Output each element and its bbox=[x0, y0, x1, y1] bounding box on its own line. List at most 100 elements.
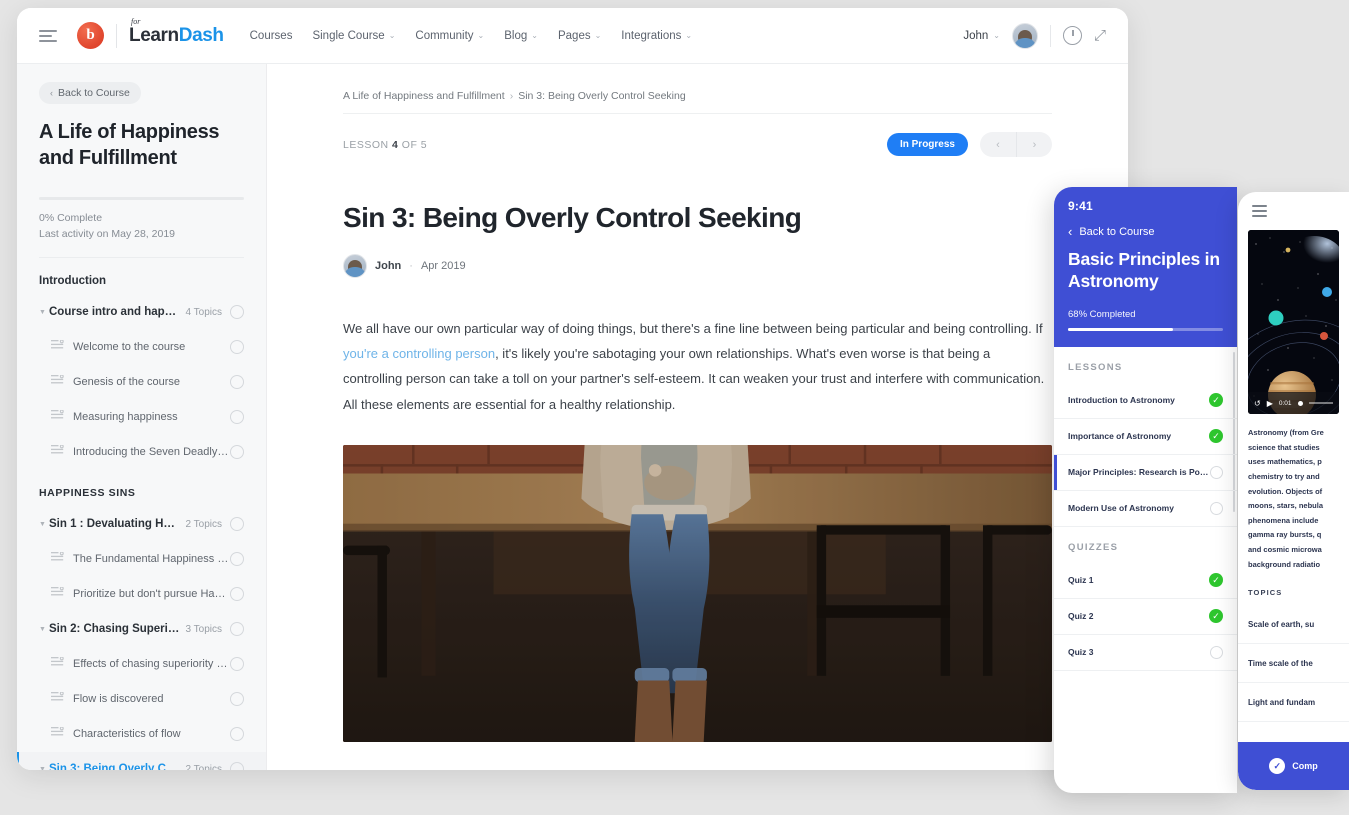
mobile-quiz-1[interactable]: Quiz 1 ✓ bbox=[1054, 563, 1237, 599]
last-activity-label: Last activity on May 28, 2019 bbox=[39, 228, 175, 241]
mobile-lesson-importance-astronomy[interactable]: Importance of Astronomy ✓ bbox=[1054, 419, 1237, 455]
mobile-quiz-label: Quiz 2 bbox=[1068, 611, 1094, 622]
video-progress-track[interactable] bbox=[1308, 402, 1333, 404]
brand-for-label: for bbox=[131, 16, 141, 26]
sidebar-lesson-sin-3[interactable]: ▼ Sin 3: Being Overly Control Seek… 2 To… bbox=[17, 751, 266, 770]
replay-icon[interactable]: ↺ bbox=[1254, 399, 1261, 408]
lesson-list-icon bbox=[51, 690, 66, 708]
sidebar-item-label: Sin 2: Chasing Superiority bbox=[49, 623, 180, 636]
mobile-lesson-intro-astronomy[interactable]: Introduction to Astronomy ✓ bbox=[1054, 383, 1237, 419]
mobile-quiz-2[interactable]: Quiz 2 ✓ bbox=[1054, 599, 1237, 635]
brand-text: for LearnDash bbox=[129, 17, 224, 47]
article-paragraph-2: When I worked with couples as a Domestic… bbox=[343, 768, 1052, 770]
mobile-lesson-modern-use[interactable]: Modern Use of Astronomy bbox=[1054, 491, 1237, 527]
sidebar-topic-characteristics-flow[interactable]: Characteristics of flow bbox=[17, 717, 266, 752]
mobile-back-to-course-button[interactable]: ‹ Back to Course bbox=[1068, 224, 1223, 239]
progress-ring-icon bbox=[230, 657, 244, 672]
user-name-label: John bbox=[963, 29, 989, 42]
sidebar-item-label: Sin 1 : Devaluating Happiness bbox=[49, 518, 179, 531]
mobile-lesson-label: Importance of Astronomy bbox=[1068, 431, 1172, 442]
sidebar-lesson-sin-2[interactable]: ▼ Sin 2: Chasing Superiority 3 Topics bbox=[17, 612, 266, 647]
avatar[interactable] bbox=[1011, 22, 1038, 49]
sidebar-topic-flow-discovered[interactable]: Flow is discovered bbox=[17, 682, 266, 717]
hamburger-icon[interactable] bbox=[1252, 202, 1267, 219]
author-avatar bbox=[343, 253, 367, 278]
lesson-status-bar: LESSON 4 OF 5 In Progress ‹ › bbox=[343, 132, 1052, 157]
mobile-lesson-body: Astronomy (from Gre science that studies… bbox=[1238, 414, 1349, 572]
sidebar-topic-happiness-paradox[interactable]: The Fundamental Happiness Paradox bbox=[17, 542, 266, 577]
mobile-quiz-3[interactable]: Quiz 3 bbox=[1054, 635, 1237, 671]
mobile-quiz-label: Quiz 1 bbox=[1068, 575, 1094, 586]
expand-icon[interactable]: ⤢ bbox=[1094, 28, 1106, 43]
nav-item-blog[interactable]: Blog ⌄ bbox=[504, 30, 538, 42]
mobile-lesson-major-principles[interactable]: Major Principles: Research is Power bbox=[1054, 454, 1237, 491]
nav-item-integrations[interactable]: Integrations ⌄ bbox=[621, 30, 692, 42]
sidebar-item-label: Course intro and happiness mea… bbox=[49, 306, 179, 319]
brand-dash-label: Dash bbox=[178, 24, 224, 46]
mobile-lesson-list: LESSONS Introduction to Astronomy ✓ Impo… bbox=[1054, 346, 1237, 671]
nav-item-community[interactable]: Community ⌄ bbox=[415, 30, 484, 42]
mobile-topic-scale-of-earth[interactable]: Scale of earth, su bbox=[1238, 605, 1349, 645]
chevron-down-icon: ⌄ bbox=[594, 31, 602, 40]
prev-lesson-button[interactable]: ‹ bbox=[980, 132, 1016, 157]
sidebar-lesson-course-intro[interactable]: ▼ Course intro and happiness mea… 4 Topi… bbox=[17, 295, 266, 330]
progress-ring-icon bbox=[1210, 645, 1223, 659]
lesson-pager: ‹ › bbox=[980, 132, 1052, 157]
mobile-lesson-label: Introduction to Astronomy bbox=[1068, 395, 1175, 406]
course-progress-bar bbox=[39, 197, 244, 201]
mobile-topic-time-scale[interactable]: Time scale of the bbox=[1238, 644, 1349, 684]
lesson-video-player[interactable]: ↺ ▶ 0:01 bbox=[1248, 230, 1339, 414]
sidebar-lesson-sin-1[interactable]: ▼ Sin 1 : Devaluating Happiness 2 Topics bbox=[17, 507, 266, 542]
sidebar-item-label: Genesis of the course bbox=[73, 376, 181, 389]
desktop-body: ‹ Back to Course A Life of Happiness and… bbox=[17, 64, 1128, 770]
sidebar-item-label: Characteristics of flow bbox=[73, 728, 181, 741]
nav-item-courses[interactable]: Courses bbox=[250, 30, 293, 42]
nav-item-single-course[interactable]: Single Course ⌄ bbox=[312, 30, 395, 42]
chevron-down-icon: ⌄ bbox=[531, 31, 538, 40]
lesson-list-icon bbox=[51, 408, 66, 426]
video-controls[interactable]: ↺ ▶ 0:01 bbox=[1248, 392, 1339, 414]
mobile-topics-heading: TOPICS bbox=[1248, 588, 1283, 598]
mobile-lesson-content: ↺ ▶ 0:01 Astronomy (from Gre science tha… bbox=[1238, 192, 1349, 790]
mobile-lessons-heading: LESSONS bbox=[1068, 361, 1123, 373]
sidebar-topic-genesis[interactable]: Genesis of the course bbox=[17, 365, 266, 400]
progress-ring-icon bbox=[230, 587, 244, 602]
section-heading-introduction: Introduction bbox=[39, 274, 107, 287]
sidebar-topic-prioritize[interactable]: Prioritize but don't pursue Happiness bbox=[17, 577, 266, 612]
sidebar-item-label: Welcome to the course bbox=[73, 341, 186, 354]
play-icon[interactable]: ▶ bbox=[1267, 399, 1273, 408]
sidebar-topic-welcome[interactable]: Welcome to the course bbox=[17, 330, 266, 365]
course-sidebar: ‹ Back to Course A Life of Happiness and… bbox=[17, 64, 267, 770]
lesson-counter: LESSON 4 OF 5 bbox=[343, 139, 427, 151]
breadcrumb-course-link[interactable]: A Life of Happiness and Fulfillment bbox=[343, 90, 505, 102]
user-menu[interactable]: John ⌄ bbox=[963, 30, 1000, 42]
mark-complete-button[interactable]: ✓ Comp bbox=[1238, 742, 1349, 790]
body-line: gamma ray bursts, q bbox=[1248, 530, 1322, 540]
sidebar-item-label: Flow is discovered bbox=[73, 693, 164, 706]
status-bar-time: 9:41 bbox=[1068, 199, 1093, 213]
hamburger-icon[interactable] bbox=[39, 27, 57, 45]
nav-label: Single Course bbox=[312, 29, 385, 42]
moon-clock-icon[interactable] bbox=[1062, 26, 1082, 45]
nav-label: Community bbox=[415, 29, 474, 42]
sidebar-item-label: Sin 3: Being Overly Control Seek… bbox=[49, 763, 180, 770]
sidebar-topic-measuring-happiness[interactable]: Measuring happiness bbox=[17, 400, 266, 435]
topic-count: 2 Topics bbox=[185, 518, 222, 530]
lesson-list-icon bbox=[51, 725, 66, 743]
sidebar-topic-effects-superiority[interactable]: Effects of chasing superiority on happ… bbox=[17, 647, 266, 682]
triangle-down-icon: ▼ bbox=[39, 308, 46, 316]
lesson-list-icon bbox=[51, 338, 66, 356]
sidebar-item-label: Effects of chasing superiority on happ… bbox=[73, 658, 230, 671]
site-header: b for LearnDash Courses Single Course ⌄ C… bbox=[17, 8, 1128, 64]
progress-ring-icon bbox=[230, 517, 244, 532]
sidebar-topic-seven-deadly[interactable]: Introducing the Seven Deadly Happine… bbox=[17, 435, 266, 470]
next-lesson-button[interactable]: › bbox=[1016, 132, 1052, 157]
brand-logo[interactable]: b for LearnDash bbox=[77, 17, 224, 49]
video-scrubber-handle[interactable] bbox=[1297, 400, 1303, 406]
progress-ring-icon bbox=[230, 375, 244, 390]
controlling-person-link[interactable]: you're a controlling person bbox=[343, 346, 495, 361]
mobile-topic-light-fundamentals[interactable]: Light and fundam bbox=[1238, 683, 1349, 723]
nav-item-pages[interactable]: Pages ⌄ bbox=[558, 30, 601, 42]
topic-count: 3 Topics bbox=[185, 623, 222, 635]
back-to-course-button[interactable]: ‹ Back to Course bbox=[39, 82, 141, 104]
